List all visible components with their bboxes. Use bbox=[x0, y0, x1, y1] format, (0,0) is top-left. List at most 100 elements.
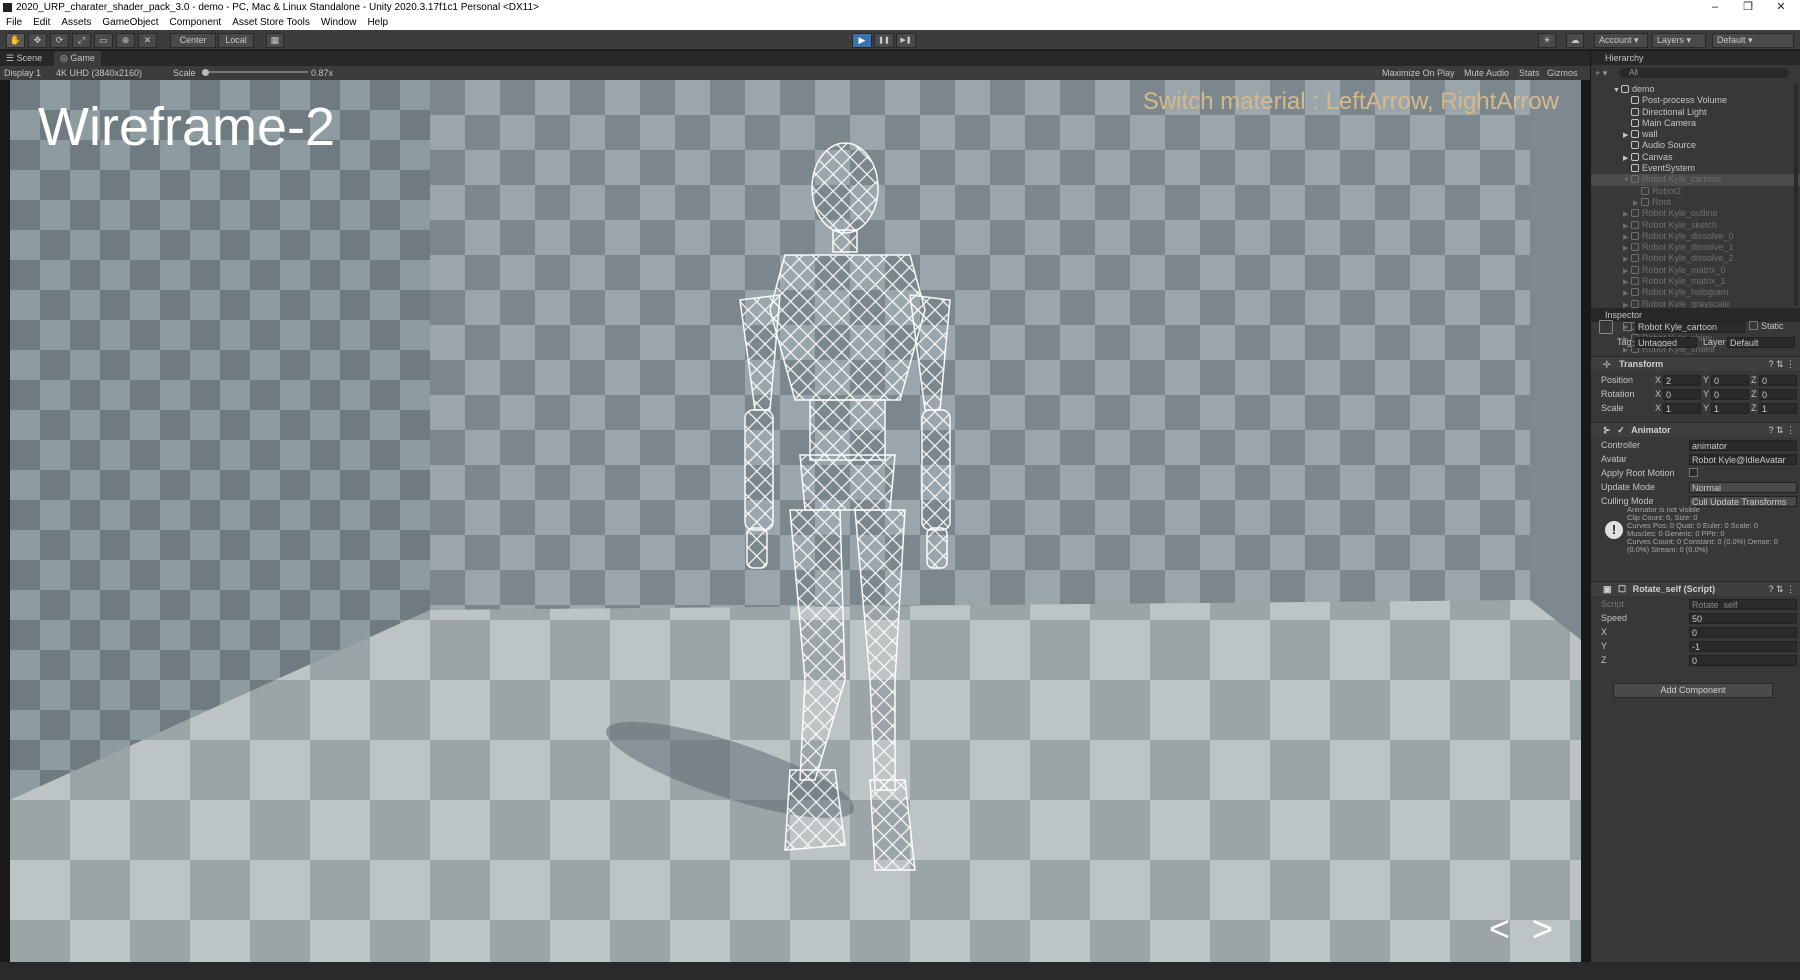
hierarchy-item[interactable]: ▼ demo bbox=[1591, 84, 1800, 95]
add-object-button[interactable]: + ▾ bbox=[1595, 68, 1607, 78]
add-component-button[interactable]: Add Component bbox=[1613, 683, 1773, 698]
resolution-dropdown[interactable]: 4K UHD (3840x2160) bbox=[56, 66, 142, 80]
gameobject-icon bbox=[1631, 152, 1639, 161]
menu-gameobject[interactable]: GameObject bbox=[102, 15, 158, 30]
layer-dropdown[interactable]: Default bbox=[1727, 337, 1795, 348]
y-field[interactable]: -1 bbox=[1689, 641, 1797, 652]
speed-field[interactable]: 50 bbox=[1689, 613, 1797, 624]
menu-component[interactable]: Component bbox=[170, 15, 222, 30]
gameobject-icon bbox=[1641, 186, 1649, 195]
script-enabled-checkbox[interactable]: ☐ bbox=[1614, 584, 1626, 594]
hand-tool-icon[interactable]: ✋ bbox=[6, 33, 25, 48]
hierarchy-item[interactable]: ▶ Robot Kyle_dissolve_2 bbox=[1591, 253, 1800, 264]
hierarchy-item-label: Canvas bbox=[1642, 151, 1673, 162]
step-button[interactable]: ▶❚ bbox=[896, 33, 916, 48]
hierarchy-search-input[interactable]: All bbox=[1619, 68, 1789, 78]
hierarchy-item[interactable]: ▶ Robot Kyle_dissolve_1 bbox=[1591, 242, 1800, 253]
hierarchy-item[interactable]: ▶ Robot Kyle_matrix_0 bbox=[1591, 265, 1800, 276]
hierarchy-item[interactable]: ▶ Canvas bbox=[1591, 152, 1800, 163]
hierarchy-item[interactable]: EventSystem bbox=[1591, 163, 1800, 174]
hierarchy-item[interactable]: ▶ Robot Kyle_dissolve_0 bbox=[1591, 231, 1800, 242]
position-z-field[interactable]: 0 bbox=[1759, 375, 1797, 386]
minimize-button[interactable]: – bbox=[1700, 0, 1730, 15]
collab-icon[interactable]: ☀ bbox=[1538, 33, 1556, 48]
apply-root-motion-checkbox[interactable] bbox=[1689, 468, 1698, 477]
scale-slider[interactable] bbox=[204, 71, 308, 73]
game-viewport[interactable]: Wireframe-2 Switch material : LeftArrow,… bbox=[10, 80, 1581, 962]
maximize-on-play-toggle[interactable]: Maximize On Play bbox=[1382, 66, 1455, 80]
rotate-tool-icon[interactable]: ⟳ bbox=[50, 33, 69, 48]
hierarchy-scrollbar[interactable] bbox=[1794, 84, 1798, 306]
layers-dropdown[interactable]: Layers ▾ bbox=[1652, 33, 1706, 48]
hierarchy-item[interactable]: ▶ wall bbox=[1591, 129, 1800, 140]
pause-button[interactable]: ❚❚ bbox=[874, 33, 894, 48]
menu-window[interactable]: Window bbox=[321, 15, 357, 30]
pivot-local-button[interactable]: Local bbox=[218, 33, 254, 48]
animator-enabled-checkbox[interactable]: ✓ bbox=[1613, 425, 1625, 435]
active-checkbox[interactable] bbox=[1623, 322, 1632, 331]
hierarchy-item[interactable]: Directional Light bbox=[1591, 107, 1800, 118]
menu-help[interactable]: Help bbox=[367, 15, 388, 30]
scale-x-field[interactable]: 1 bbox=[1663, 403, 1701, 414]
maximize-button[interactable]: ❐ bbox=[1733, 0, 1763, 15]
x-field[interactable]: 0 bbox=[1689, 627, 1797, 638]
pivot-center-button[interactable]: Center bbox=[170, 33, 216, 48]
switch-material-hint: Switch material : LeftArrow, RightArrow bbox=[1142, 88, 1559, 115]
rotation-y-field[interactable]: 0 bbox=[1711, 389, 1749, 400]
gizmos-toggle[interactable]: Gizmos bbox=[1547, 66, 1578, 80]
menu-edit[interactable]: Edit bbox=[33, 15, 50, 30]
tag-dropdown[interactable]: Untagged bbox=[1635, 337, 1697, 348]
display-dropdown[interactable]: Display 1 bbox=[4, 66, 41, 80]
stats-toggle[interactable]: Stats bbox=[1519, 66, 1540, 80]
hierarchy-item[interactable]: Main Camera bbox=[1591, 118, 1800, 129]
custom-tool-icon[interactable]: ✕ bbox=[138, 33, 157, 48]
component-menu-icon[interactable]: ? ⇅ ⋮ bbox=[1768, 357, 1795, 372]
hierarchy-item[interactable]: ▶ Robot Kyle_hologram bbox=[1591, 287, 1800, 298]
avatar-field[interactable]: Robot Kyle@IdleAvatar bbox=[1689, 454, 1797, 465]
scale-z-field[interactable]: 1 bbox=[1759, 403, 1797, 414]
menu-asset-store-tools[interactable]: Asset Store Tools bbox=[232, 15, 310, 30]
z-field[interactable]: 0 bbox=[1689, 655, 1797, 666]
rotation-z-field[interactable]: 0 bbox=[1759, 389, 1797, 400]
script-menu-icon[interactable]: ? ⇅ ⋮ bbox=[1768, 582, 1795, 597]
menu-assets[interactable]: Assets bbox=[61, 15, 91, 30]
position-x-field[interactable]: 2 bbox=[1663, 375, 1701, 386]
play-button[interactable]: ▶ bbox=[852, 33, 872, 48]
object-name-field[interactable]: Robot Kyle_cartoon bbox=[1635, 321, 1745, 333]
scale-tool-icon[interactable]: ⤢ bbox=[72, 33, 91, 48]
transform-header[interactable]: ⊹ Transform ? ⇅ ⋮ bbox=[1591, 356, 1800, 371]
rotation-x-field[interactable]: 0 bbox=[1663, 389, 1701, 400]
position-y-field[interactable]: 0 bbox=[1711, 375, 1749, 386]
hierarchy-item[interactable]: Audio Source bbox=[1591, 140, 1800, 151]
hierarchy-item[interactable]: ▶ Root bbox=[1591, 197, 1800, 208]
update-mode-dropdown[interactable]: Normal bbox=[1689, 482, 1797, 493]
static-checkbox[interactable] bbox=[1749, 321, 1758, 330]
hierarchy-item[interactable]: Robot2 bbox=[1591, 186, 1800, 197]
controller-field[interactable]: animator bbox=[1689, 440, 1797, 451]
hierarchy-item[interactable]: Post-process Volume bbox=[1591, 95, 1800, 106]
material-arrows-icon[interactable]: < > bbox=[1489, 908, 1559, 950]
scale-y-field[interactable]: 1 bbox=[1711, 403, 1749, 414]
hierarchy-item-label: Directional Light bbox=[1642, 106, 1707, 117]
tab-game[interactable]: ◎ Game bbox=[54, 51, 101, 66]
account-dropdown[interactable]: Account ▾ bbox=[1594, 33, 1648, 48]
scale-slider-handle[interactable] bbox=[202, 69, 209, 76]
transform-tool-icon[interactable]: ⊕ bbox=[116, 33, 135, 48]
rect-tool-icon[interactable]: ▭ bbox=[94, 33, 113, 48]
mute-audio-toggle[interactable]: Mute Audio bbox=[1464, 66, 1509, 80]
hierarchy-item-label: EventSystem bbox=[1642, 163, 1696, 174]
menu-file[interactable]: File bbox=[6, 15, 22, 30]
grid-snap-icon[interactable]: ▦ bbox=[266, 33, 284, 48]
layout-dropdown[interactable]: Default ▾ bbox=[1712, 33, 1794, 48]
hierarchy-item[interactable]: ▶ Robot Kyle_outline bbox=[1591, 208, 1800, 219]
animator-header[interactable]: ⊱ ✓ Animator ? ⇅ ⋮ bbox=[1591, 422, 1800, 437]
hierarchy-item[interactable]: ▶ Robot Kyle_sketch bbox=[1591, 220, 1800, 231]
cloud-icon[interactable]: ☁ bbox=[1566, 33, 1584, 48]
animator-menu-icon[interactable]: ? ⇅ ⋮ bbox=[1768, 423, 1795, 438]
rotate-self-header[interactable]: ▣ ☐ Rotate_self (Script) ? ⇅ ⋮ bbox=[1591, 581, 1800, 596]
move-tool-icon[interactable]: ✥ bbox=[28, 33, 47, 48]
hierarchy-item[interactable]: ▼ Robot Kyle_cartoon bbox=[1591, 174, 1800, 186]
tab-scene[interactable]: ☰ Scene bbox=[0, 51, 48, 66]
close-button[interactable]: ✕ bbox=[1766, 0, 1796, 15]
hierarchy-item[interactable]: ▶ Robot Kyle_matrix_1 bbox=[1591, 276, 1800, 287]
